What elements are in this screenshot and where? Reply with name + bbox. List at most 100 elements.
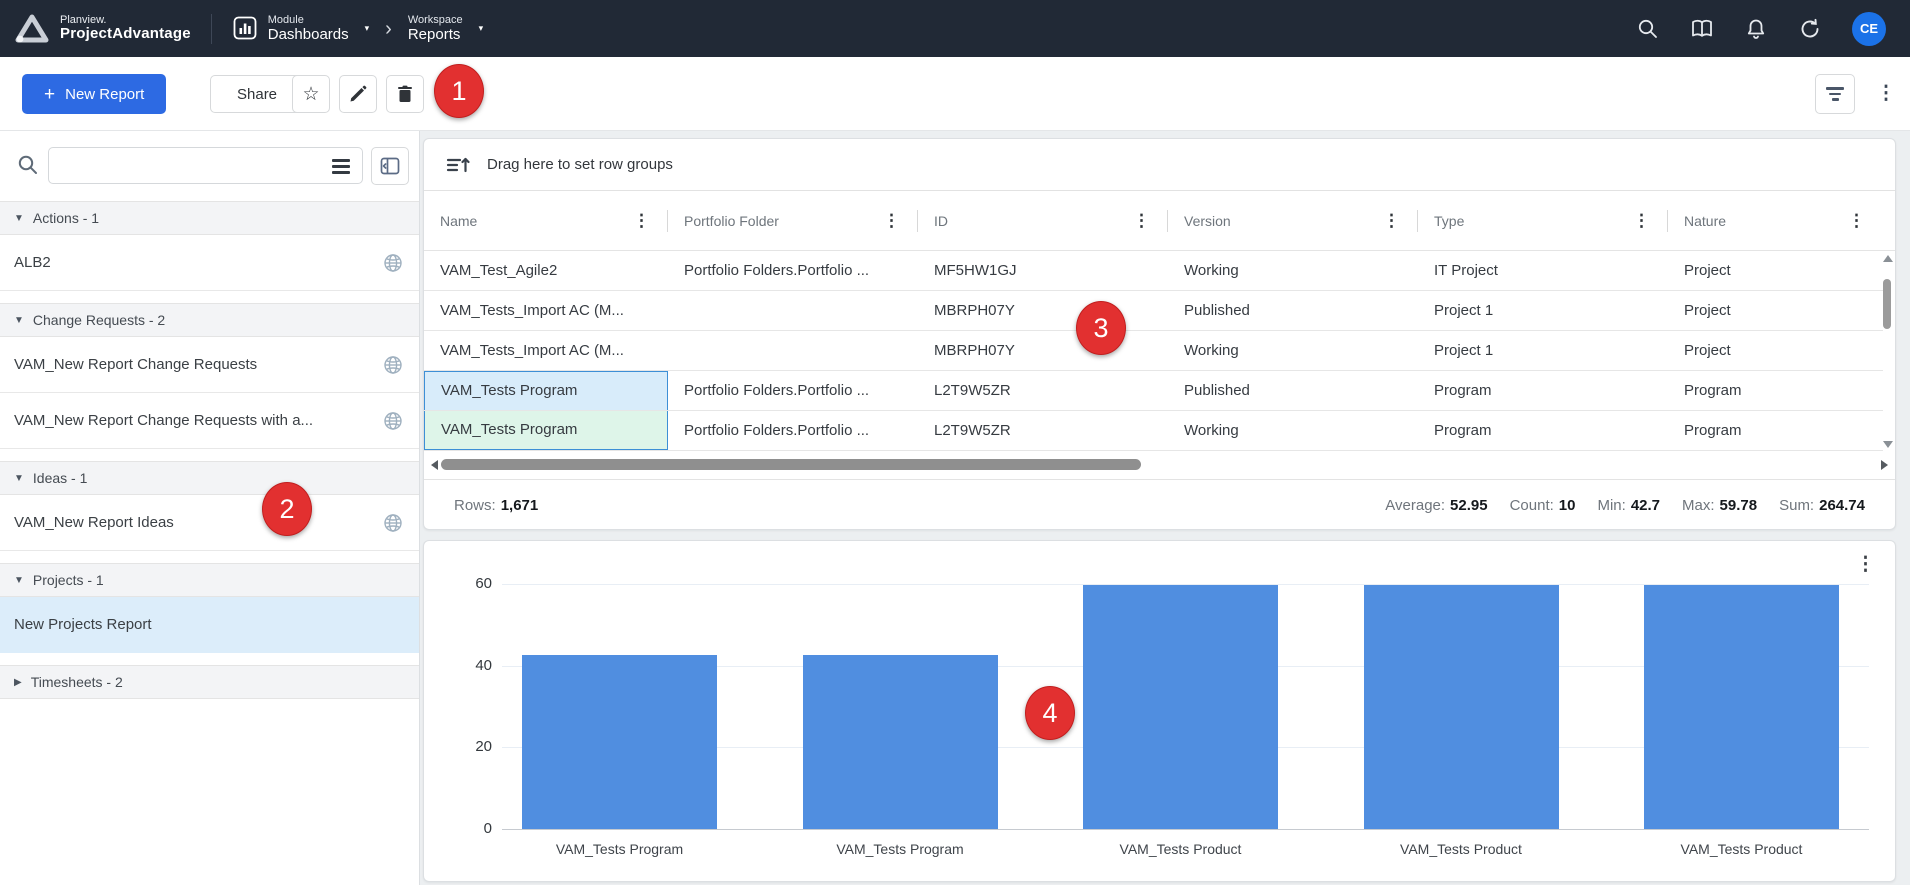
module-dashboards-menu[interactable]: Module Dashboards ▾ (232, 14, 369, 44)
column-header-label: Name (440, 191, 477, 251)
sidebar-item-alb2[interactable]: ALB2 (0, 235, 419, 291)
scroll-down-arrow[interactable] (1883, 441, 1893, 448)
cell-type[interactable]: IT Project (1418, 251, 1668, 290)
vertical-scroll-thumb[interactable] (1883, 279, 1891, 329)
x-category-label: VAM_Tests Program (760, 841, 1040, 857)
star-icon: ☆ (302, 83, 319, 106)
cell-type[interactable]: Program (1418, 371, 1668, 410)
cell-portfolio-folder[interactable] (668, 291, 918, 330)
cell-nature[interactable]: Project (1668, 251, 1883, 290)
user-avatar[interactable]: CE (1852, 12, 1886, 46)
cell-id[interactable]: L2T9W5ZR (918, 411, 1168, 450)
toolbar-kebab-icon[interactable]: ⋮ (1872, 79, 1900, 109)
sidebar-section-label: Timesheets - 2 (31, 674, 123, 690)
cell-nature[interactable]: Project (1668, 331, 1883, 370)
cell-portfolio-folder[interactable] (668, 331, 918, 370)
row-groups-icon (446, 155, 470, 175)
column-header-portfolio-folder[interactable]: Portfolio Folder⋮ (668, 191, 918, 251)
globe-icon (383, 355, 403, 375)
cell-nature[interactable]: Program (1668, 411, 1883, 450)
cell-id[interactable]: MF5HW1GJ (918, 251, 1168, 290)
table-row: VAM_Tests_Import AC (M... MBRPH07YWorking… (424, 331, 1883, 371)
chart-kebab-icon[interactable]: ⋮ (1856, 553, 1875, 576)
cell-portfolio-folder[interactable]: Portfolio Folders.Portfolio ... (668, 371, 918, 410)
cell-version[interactable]: Working (1168, 411, 1418, 450)
edit-button[interactable] (339, 75, 377, 113)
notifications-bell-icon[interactable] (1744, 17, 1768, 41)
column-header-id[interactable]: ID⋮ (918, 191, 1168, 251)
stat-count: Count:10 (1510, 497, 1576, 514)
x-category-label: VAM_Tests Product (1321, 841, 1601, 857)
cell-type[interactable]: Project 1 (1418, 291, 1668, 330)
cell-version[interactable]: Published (1168, 291, 1418, 330)
sidebar-item-new-projects-report[interactable]: New Projects Report (0, 597, 419, 653)
sidebar-section-change-requests-2[interactable]: ▼Change Requests - 2 (0, 303, 419, 337)
cell-type[interactable]: Project 1 (1418, 331, 1668, 370)
refresh-icon[interactable] (1798, 17, 1822, 41)
cell-name[interactable]: VAM_Tests Program (424, 371, 668, 410)
workspace-caret-icon: ▾ (479, 23, 484, 34)
cell-name[interactable]: VAM_Tests_Import AC (M... (424, 291, 668, 330)
horizontal-scroll-thumb[interactable] (441, 459, 1141, 470)
row-group-drop-zone[interactable]: Drag here to set row groups (424, 139, 1895, 191)
stat-min: Min:42.7 (1597, 497, 1660, 514)
column-menu-icon[interactable]: ⋮ (633, 211, 650, 231)
cell-nature[interactable]: Program (1668, 371, 1883, 410)
y-tick-label: 20 (452, 737, 492, 757)
filter-button[interactable] (1815, 74, 1855, 114)
new-report-button[interactable]: + New Report (22, 74, 166, 114)
sidebar-item-vam-new-report-change-requests-with-a[interactable]: VAM_New Report Change Requests with a... (0, 393, 419, 449)
column-header-name[interactable]: Name ⋮ (424, 191, 668, 251)
scroll-right-arrow[interactable] (1881, 460, 1888, 470)
bar-4 (1364, 585, 1559, 829)
collapse-panel-button[interactable] (371, 147, 409, 185)
x-category-label: VAM_Tests Product (1041, 841, 1321, 857)
stat-value: 10 (1559, 497, 1576, 514)
sidebar-section-ideas-1[interactable]: ▼Ideas - 1 (0, 461, 419, 495)
cell-id[interactable]: L2T9W5ZR (918, 371, 1168, 410)
sidebar-section-timesheets-2[interactable]: ▶Timesheets - 2 (0, 665, 419, 699)
search-icon[interactable] (1636, 17, 1660, 41)
column-menu-icon[interactable]: ⋮ (883, 211, 900, 231)
favorite-button[interactable]: ☆ (292, 75, 330, 113)
delete-button[interactable] (386, 75, 424, 113)
new-report-label: New Report (65, 86, 144, 103)
cell-portfolio-folder[interactable]: Portfolio Folders.Portfolio ... (668, 411, 918, 450)
stat-value: 264.74 (1819, 497, 1865, 514)
cell-name[interactable]: VAM_Test_Agile2 (424, 251, 668, 290)
module-icon (232, 15, 258, 41)
cell-id[interactable]: MBRPH07Y (918, 291, 1168, 330)
sidebar-item-vam-new-report-change-requests[interactable]: VAM_New Report Change Requests (0, 337, 419, 393)
sidebar-section-projects-1[interactable]: ▼Projects - 1 (0, 563, 419, 597)
cell-id[interactable]: MBRPH07Y (918, 331, 1168, 370)
horizontal-scrollbar[interactable] (424, 451, 1895, 479)
cell-portfolio-folder[interactable]: Portfolio Folders.Portfolio ... (668, 251, 918, 290)
sidebar-item-vam-new-report-ideas[interactable]: VAM_New Report Ideas (0, 495, 419, 551)
column-header-nature[interactable]: Nature⋮ (1668, 191, 1883, 251)
column-header-type[interactable]: Type⋮ (1418, 191, 1668, 251)
workspace-reports-menu[interactable]: Workspace Reports ▾ (408, 14, 483, 44)
knowledge-base-icon[interactable] (1690, 17, 1714, 41)
sidebar-section-actions-1[interactable]: ▼Actions - 1 (0, 201, 419, 235)
pencil-icon (349, 85, 367, 103)
column-header-version[interactable]: Version⋮ (1168, 191, 1418, 251)
cell-nature[interactable]: Project (1668, 291, 1883, 330)
cell-name[interactable]: VAM_Tests_Import AC (M... (424, 331, 668, 370)
search-menu-icon[interactable] (332, 159, 350, 177)
cell-version[interactable]: Published (1168, 371, 1418, 410)
column-menu-icon[interactable]: ⋮ (1133, 211, 1150, 231)
cell-name[interactable]: VAM_Tests Program (424, 411, 668, 450)
vertical-scrollbar[interactable] (1881, 253, 1894, 450)
column-menu-icon[interactable]: ⋮ (1383, 211, 1400, 231)
scroll-left-arrow[interactable] (431, 460, 438, 470)
trash-icon (397, 85, 413, 103)
cell-version[interactable]: Working (1168, 331, 1418, 370)
stat-average: Average:52.95 (1385, 497, 1487, 514)
column-menu-icon[interactable]: ⋮ (1633, 211, 1650, 231)
cell-version[interactable]: Working (1168, 251, 1418, 290)
cell-type[interactable]: Program (1418, 411, 1668, 450)
column-menu-icon[interactable]: ⋮ (1848, 211, 1865, 231)
scroll-up-arrow[interactable] (1883, 255, 1893, 262)
share-button[interactable]: Share (210, 75, 304, 113)
sidebar-search-input[interactable] (48, 147, 363, 184)
